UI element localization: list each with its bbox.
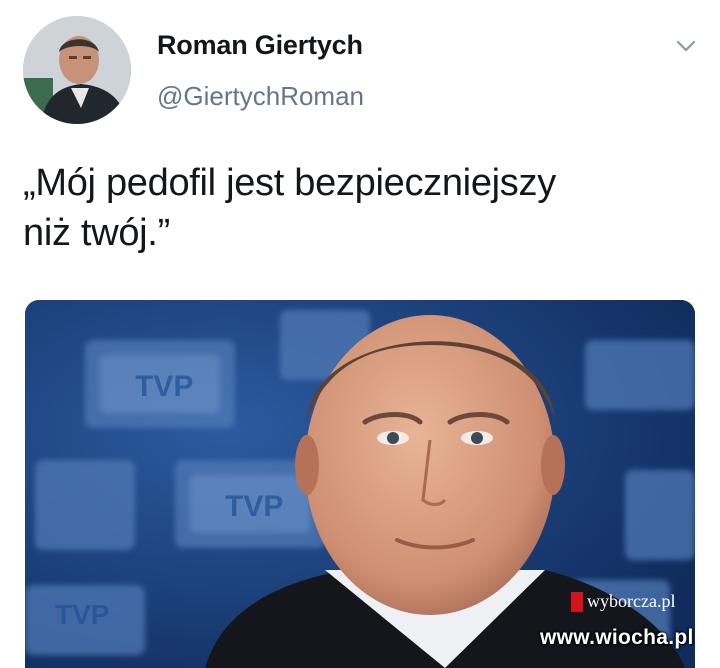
- tweet-photo[interactable]: TVP TVP TVP: [25, 300, 695, 668]
- photo-source-label: wyborcza.pl: [571, 591, 675, 612]
- author-avatar[interactable]: [23, 16, 131, 124]
- tweet-text-line-2: niż twój.”: [23, 212, 170, 254]
- site-watermark: www.wiocha.pl: [540, 626, 694, 649]
- backdrop-logo-text: TVP: [135, 370, 193, 403]
- author-name[interactable]: Roman Giertych: [157, 30, 363, 61]
- source-label-text: wyborcza.pl: [587, 591, 676, 611]
- tweet-text-line-1: „Mój pedofil jest bezpieczniejszy: [23, 162, 556, 204]
- backdrop-logo-text: TVP: [55, 599, 109, 630]
- source-mark-icon: [571, 591, 583, 612]
- author-handle[interactable]: @GiertychRoman: [157, 81, 364, 112]
- chevron-down-icon[interactable]: [674, 36, 698, 56]
- tweet-text: „Mój pedofil jest bezpieczniejszy niż tw…: [23, 158, 703, 258]
- backdrop-logo-text: TVP: [225, 490, 283, 523]
